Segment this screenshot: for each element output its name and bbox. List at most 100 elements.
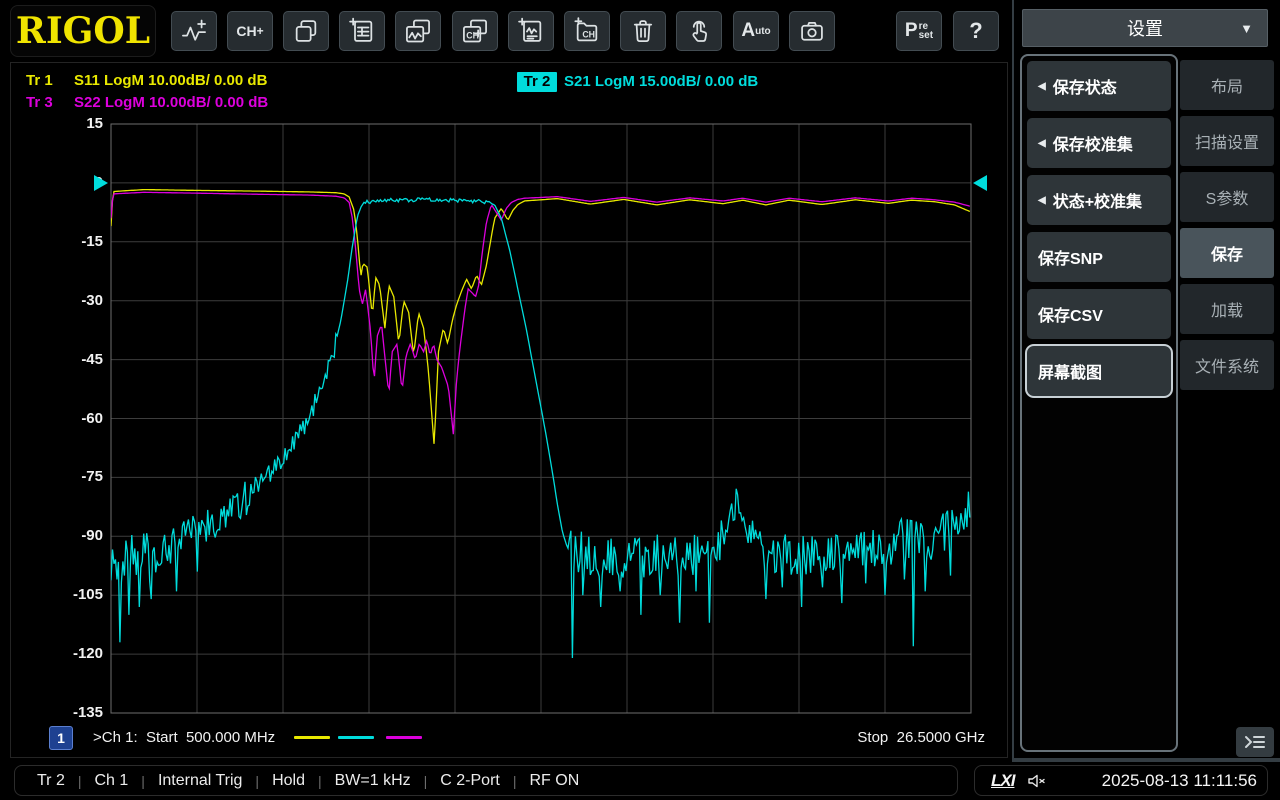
auto-button[interactable]: Auto — [733, 11, 779, 51]
auto-label-big: A — [741, 20, 755, 42]
measurement-display: Tr 1S11 LogM 10.00dB/ 0.00 dB Tr 3S22 Lo… — [10, 62, 1008, 758]
preset-button[interactable]: P re set — [896, 11, 942, 51]
status-separator: | — [513, 773, 517, 789]
submenu-arrow-icon: ◀ — [1038, 138, 1046, 149]
status-active-channel: Ch 1 — [95, 772, 129, 790]
reference-marker-left[interactable] — [94, 175, 108, 191]
y-axis-tick: -120 — [43, 645, 103, 662]
folder-channel-icon: CH — [572, 17, 602, 45]
window-channel-button[interactable]: CH — [452, 11, 498, 51]
reference-marker-right[interactable] — [973, 175, 987, 191]
rigol-logo: RIGOL — [10, 5, 156, 57]
collapse-menu-icon — [1244, 734, 1266, 750]
window-channel-icon: CH — [460, 17, 490, 45]
window-trace-button[interactable] — [395, 11, 441, 51]
trash-icon — [628, 17, 658, 45]
menu-item-state-plus-cal[interactable]: ◀ 状态+校准集 — [1027, 175, 1171, 225]
screenshot-button[interactable] — [789, 11, 835, 51]
status-separator: | — [255, 773, 259, 789]
add-channel-button[interactable]: CH+ — [227, 11, 273, 51]
status-sweep-state: Hold — [272, 772, 305, 790]
settings-sidebar: 设置 ▼ ◀保存状态 ◀ 保存校准集 ◀ 状态+校准集 保存SNP 保存CSV 屏幕… — [1012, 0, 1280, 762]
trace3-color-swatch — [386, 736, 422, 739]
status-separator: | — [141, 773, 145, 789]
tab-file-system[interactable]: 文件系统 — [1180, 340, 1274, 390]
status-rf-state: RF ON — [529, 772, 579, 790]
camera-icon — [797, 17, 827, 45]
copy-icon — [291, 17, 321, 45]
touch-button[interactable] — [676, 11, 722, 51]
trace1-color-swatch — [294, 736, 330, 739]
menu-item-save-snp[interactable]: 保存SNP — [1027, 232, 1171, 282]
channel-number-badge[interactable]: 1 — [49, 726, 73, 750]
folder-channel-button[interactable]: CH — [564, 11, 610, 51]
submenu-arrow-icon: ◀ — [1038, 195, 1046, 206]
add-trace-icon — [179, 17, 209, 45]
status-bar: Tr 2 | Ch 1 | Internal Trig | Hold | BW=1 kH… — [0, 762, 1280, 800]
status-left-group: Tr 2 | Ch 1 | Internal Trig | Hold | BW=1 kH… — [14, 765, 958, 796]
menu-item-label: 屏幕截图 — [1038, 359, 1102, 383]
report-trace-icon — [516, 17, 546, 45]
status-separator: | — [318, 773, 322, 789]
menu-item-save-state[interactable]: ◀保存状态 — [1027, 61, 1171, 111]
save-submenu-panel: ◀保存状态 ◀ 保存校准集 ◀ 状态+校准集 保存SNP 保存CSV 屏幕截图 — [1020, 54, 1178, 752]
status-calibration: C 2-Port — [440, 772, 500, 790]
menu-item-save-csv[interactable]: 保存CSV — [1027, 289, 1171, 339]
y-axis-tick: -60 — [43, 410, 103, 427]
collapse-menu-button[interactable] — [1236, 727, 1274, 757]
status-trigger-source: Internal Trig — [158, 772, 242, 790]
new-report-button[interactable] — [339, 11, 385, 51]
menu-item-label: 保存SNP — [1038, 245, 1103, 269]
window-trace-icon — [403, 17, 433, 45]
tab-layout[interactable]: 布局 — [1180, 60, 1274, 110]
y-axis-tick: -30 — [43, 292, 103, 309]
y-axis-tick: -105 — [43, 586, 103, 603]
preset-label-big: P — [905, 20, 918, 42]
delete-button[interactable] — [620, 11, 666, 51]
preset-label-set: set — [919, 31, 933, 40]
tab-sweep-settings[interactable]: 扫描设置 — [1180, 116, 1274, 166]
report-trace-button[interactable] — [508, 11, 554, 51]
y-axis-tick: -45 — [43, 351, 103, 368]
sidebar-menu-dropdown[interactable]: 设置 ▼ — [1022, 9, 1268, 47]
menu-item-label: 保存校准集 — [1053, 131, 1133, 155]
top-toolbar: RIGOL CH+ CH CH — [0, 0, 1012, 62]
y-axis-tick: -15 — [43, 233, 103, 250]
status-separator: | — [78, 773, 82, 789]
auto-label-small: uto — [755, 26, 771, 37]
tab-s-parameters[interactable]: S参数 — [1180, 172, 1274, 222]
y-axis-tick: 15 — [43, 115, 103, 132]
touch-icon — [684, 17, 714, 45]
menu-item-save-cal[interactable]: ◀ 保存校准集 — [1027, 118, 1171, 168]
svg-text:CH: CH — [582, 29, 595, 39]
copy-window-button[interactable] — [283, 11, 329, 51]
chart-plot-area — [11, 63, 1009, 759]
status-separator: | — [424, 773, 428, 789]
help-icon: ? — [969, 18, 982, 44]
help-button[interactable]: ? — [953, 11, 999, 51]
menu-item-label: 保存状态 — [1053, 74, 1117, 98]
svg-text:CH: CH — [466, 31, 479, 41]
status-active-trace: Tr 2 — [37, 772, 65, 790]
add-channel-label: CH — [236, 23, 256, 39]
speaker-muted-icon[interactable] — [1026, 771, 1048, 791]
status-right-group: LXI 2025-08-13 11:11:56 — [974, 765, 1268, 796]
add-trace-button[interactable] — [171, 11, 217, 51]
lxi-logo: LXI — [991, 771, 1014, 791]
new-report-icon — [347, 17, 377, 45]
stop-frequency-label: Stop 26.5000 GHz — [857, 729, 985, 746]
start-frequency-label: >Ch 1: Start 500.000 MHz — [93, 729, 275, 746]
y-axis-tick: -90 — [43, 527, 103, 544]
tab-load[interactable]: 加载 — [1180, 284, 1274, 334]
menu-item-screenshot[interactable]: 屏幕截图 — [1027, 346, 1171, 396]
y-axis-tick: -135 — [43, 704, 103, 721]
chevron-down-icon: ▼ — [1240, 21, 1253, 36]
channel-footer: 1 >Ch 1: Start 500.000 MHz Stop 26.5000 … — [11, 723, 1009, 753]
tab-save[interactable]: 保存 — [1180, 228, 1274, 278]
status-bandwidth: BW=1 kHz — [335, 772, 411, 790]
y-axis-tick: -75 — [43, 468, 103, 485]
menu-item-label: 状态+校准集 — [1053, 188, 1142, 212]
rigol-logo-text: RIGOL — [16, 10, 150, 53]
clock-display: 2025-08-13 11:11:56 — [1102, 771, 1257, 791]
trace2-color-swatch — [338, 736, 374, 739]
